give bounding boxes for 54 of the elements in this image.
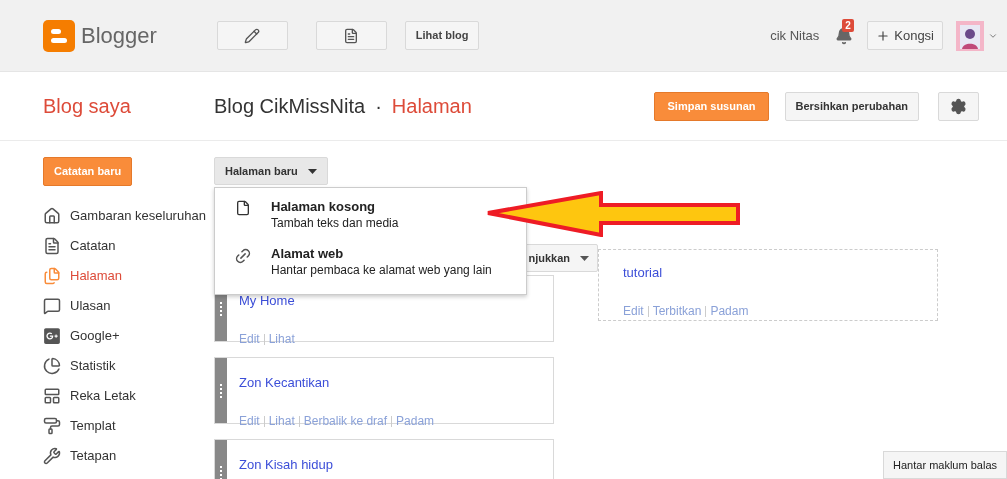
pencil-icon bbox=[244, 27, 261, 44]
my-blogs-link[interactable]: Blog saya bbox=[43, 91, 214, 121]
sidebar-item[interactable]: Halaman bbox=[43, 261, 214, 291]
settings-button[interactable] bbox=[938, 91, 979, 121]
draft-card[interactable]: tutorial Edit Terbitkan Padam bbox=[598, 249, 938, 321]
caret-icon bbox=[580, 255, 589, 261]
sidebar-item[interactable]: Tetapan bbox=[43, 441, 214, 471]
plus-icon bbox=[876, 28, 891, 43]
page-card[interactable]: Zon Kecantikan Edit Lihat Berbalik ke draf Padam bbox=[214, 357, 554, 424]
settings-icon bbox=[950, 97, 967, 115]
page-title-link[interactable]: Zon Kecantikan bbox=[239, 375, 330, 390]
blog-title: Blog CikMissNita bbox=[214, 94, 366, 119]
pie-chart-icon bbox=[43, 357, 61, 375]
notification-badge: 2 bbox=[842, 18, 854, 32]
page-title-link[interactable]: Zon Kisah hidup bbox=[239, 457, 333, 472]
logo-text: Blogger bbox=[81, 22, 157, 50]
share-button[interactable]: Kongsi bbox=[867, 21, 943, 50]
speech-bubble-icon bbox=[43, 297, 61, 315]
sidebar-item[interactable]: Gambaran keseluruhan bbox=[43, 201, 214, 231]
sidebar-item[interactable]: Templat bbox=[43, 411, 214, 441]
wrench-icon bbox=[43, 447, 61, 465]
feedback-button[interactable]: Hantar maklum balas bbox=[883, 451, 1007, 479]
new-page-button[interactable]: Halaman baru bbox=[214, 157, 328, 185]
section-title: Halaman bbox=[391, 94, 472, 119]
sidebar-item[interactable]: Reka Letak bbox=[43, 381, 214, 411]
page-title-link[interactable]: tutorial bbox=[623, 265, 663, 280]
sidebar-item[interactable]: Ulasan bbox=[43, 291, 214, 321]
avatar-icon[interactable] bbox=[956, 20, 984, 51]
google-plus-icon bbox=[43, 327, 61, 345]
compose-button[interactable] bbox=[216, 21, 288, 50]
sidebar-item[interactable]: Google+ bbox=[43, 321, 214, 351]
sidebar-item[interactable]: Catatan bbox=[43, 231, 214, 261]
blank-page-icon bbox=[235, 200, 251, 216]
drag-handle[interactable] bbox=[215, 358, 227, 423]
view-blog-button[interactable]: Lihat blog bbox=[404, 21, 480, 50]
document-icon bbox=[343, 27, 360, 44]
home-icon bbox=[43, 207, 61, 225]
sidebar-item[interactable]: Statistik bbox=[43, 351, 214, 381]
posts-button[interactable] bbox=[315, 21, 387, 50]
menu-item[interactable]: Halaman kosong Tambah teks dan media bbox=[215, 194, 399, 241]
blogger-logo-icon bbox=[43, 19, 75, 52]
menu-item-title: Halaman kosong bbox=[271, 199, 377, 215]
layout-icon bbox=[43, 387, 61, 405]
menu-item-title: Alamat web bbox=[271, 246, 345, 262]
user-name[interactable]: cik Nitas bbox=[770, 25, 820, 46]
page-card[interactable]: Zon Kisah hidup bbox=[214, 439, 554, 479]
paint-roller-icon bbox=[43, 417, 61, 435]
page-title-link[interactable]: My Home bbox=[239, 293, 295, 308]
menu-item-description: Hantar pembaca ke alamat web yang lain bbox=[271, 262, 492, 278]
title-separator: · bbox=[375, 94, 382, 119]
clear-changes-button[interactable]: Bersihkan perubahan bbox=[784, 91, 919, 121]
menu-item-description: Tambah teks dan media bbox=[271, 215, 399, 231]
document-icon bbox=[43, 237, 61, 255]
pages-icon bbox=[43, 267, 61, 285]
